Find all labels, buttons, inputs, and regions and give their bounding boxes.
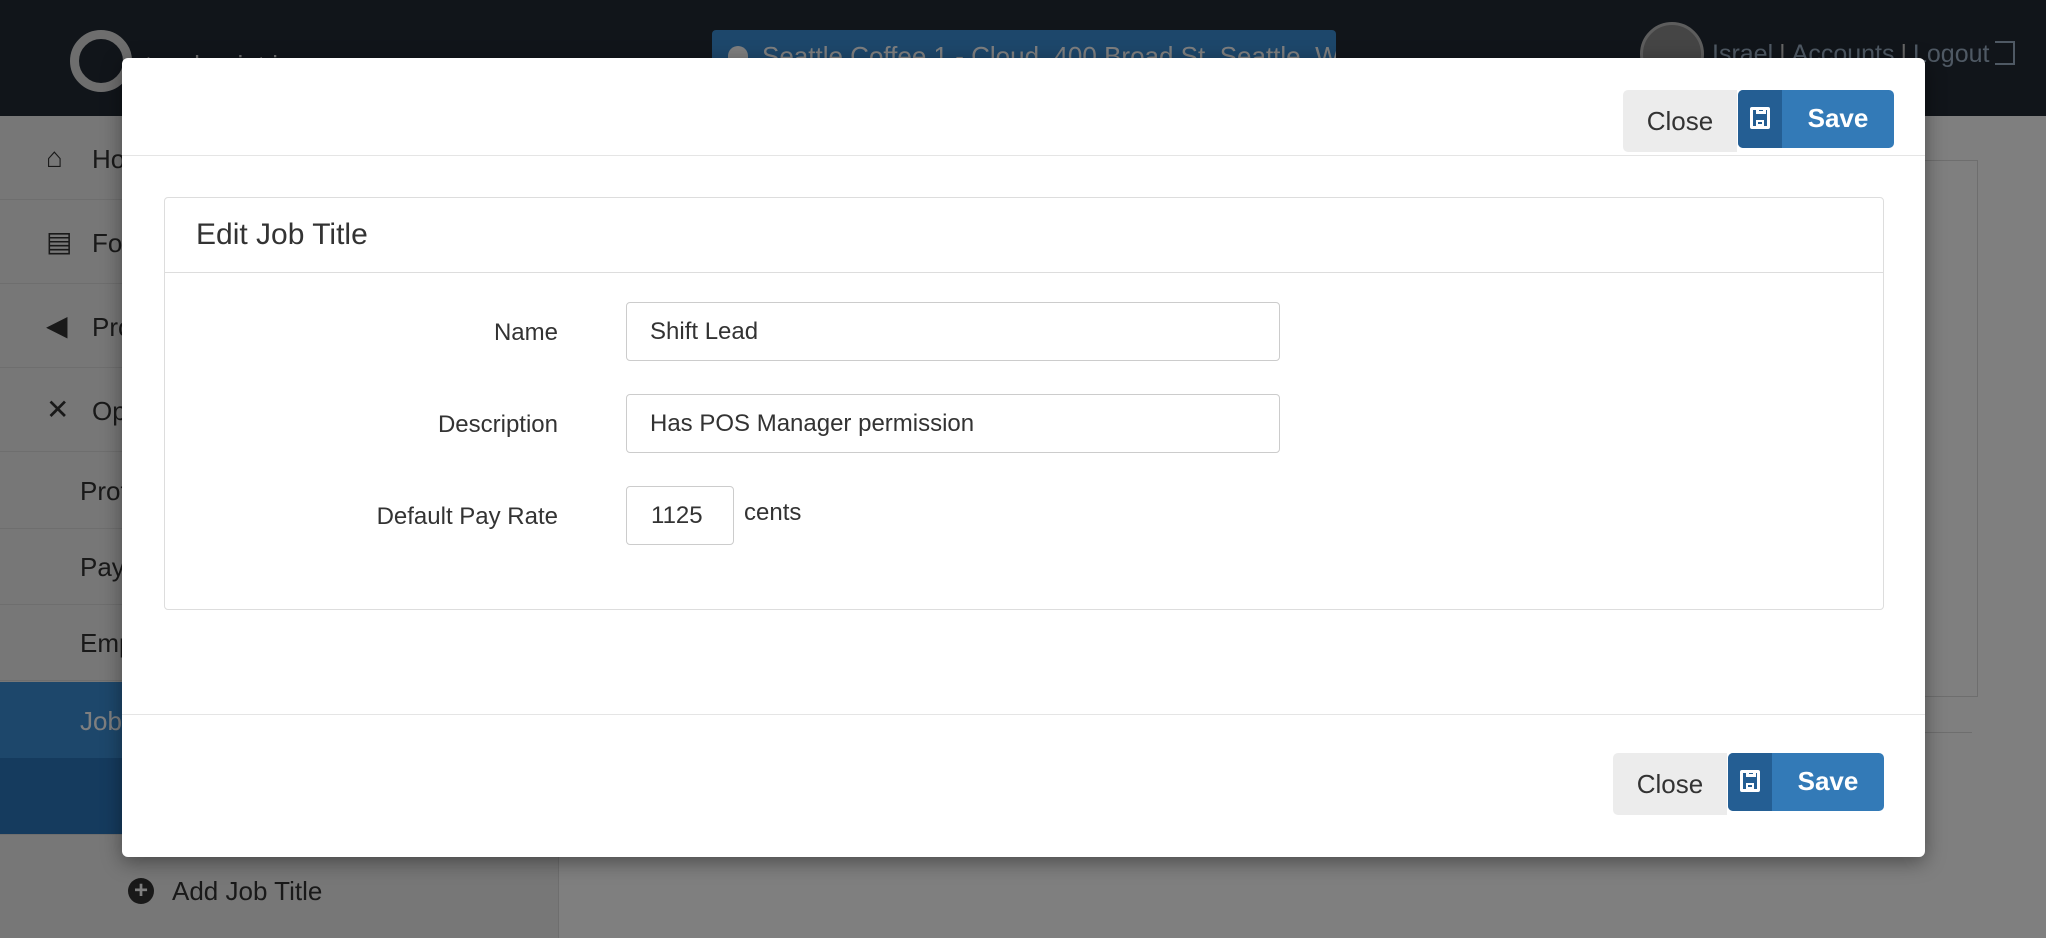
floppy-icon [1750,107,1770,129]
save-button-bottom[interactable]: Save [1728,753,1884,811]
name-field[interactable]: Shift Lead [626,302,1280,361]
description-field[interactable]: Has POS Manager permission [626,394,1280,453]
save-label: Save [1807,103,1869,133]
name-label: Name [493,319,558,346]
modal-footer: Close Save [122,714,1925,858]
panel-title: Edit Job Title [196,218,368,251]
pay-rate-field[interactable]: 1125 [626,486,734,545]
close-button-bottom[interactable]: Close [1613,753,1727,815]
modal-header: Close Save [122,58,1925,156]
edit-job-title-panel: Edit Job Title Name Shift Lead Descripti… [164,197,1884,610]
save-icon-box [1728,753,1772,811]
edit-job-title-modal: Close Save Edit Job Title Name Shift Lea… [122,58,1925,857]
description-label: Description [437,411,558,438]
panel-heading: Edit Job Title [165,198,1883,273]
pay-rate-label: Default Pay Rate [376,503,558,530]
save-label: Save [1797,766,1859,796]
floppy-icon [1740,770,1760,792]
pay-rate-unit: cents [744,499,802,526]
save-button-top[interactable]: Save [1738,90,1894,148]
save-icon-box [1738,90,1782,148]
close-button-top[interactable]: Close [1623,90,1737,152]
